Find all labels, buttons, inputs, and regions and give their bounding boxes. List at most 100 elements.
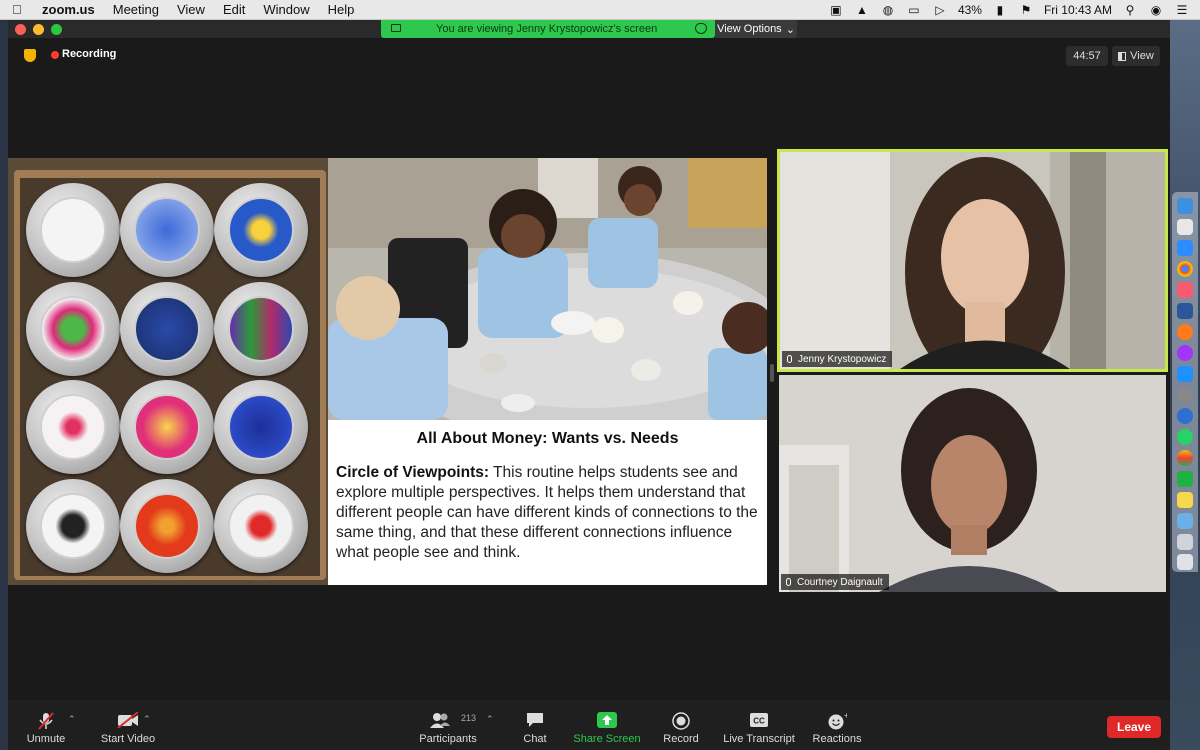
participant-name-tag: Jenny Krystopowicz <box>782 351 893 367</box>
notes-dock-icon[interactable] <box>1177 219 1193 235</box>
stickies-dock-icon[interactable] <box>1177 492 1193 508</box>
word-dock-icon[interactable] <box>1177 303 1193 319</box>
painted-jar-lid <box>120 282 214 376</box>
notification-center-icon[interactable]: ☰ <box>1174 3 1190 17</box>
share-screen-button[interactable]: Share Screen <box>571 700 643 750</box>
system-preferences-dock-icon[interactable] <box>1177 387 1193 403</box>
split-view-resize-handle[interactable] <box>770 364 774 382</box>
slide-body: Circle of Viewpoints: This routine helps… <box>336 463 761 563</box>
chevron-down-icon: ⌄ <box>785 23 795 36</box>
start-video-label: Start Video <box>100 733 156 745</box>
firefox-dock-icon[interactable] <box>1177 324 1193 340</box>
painted-jar-lid <box>214 479 308 573</box>
leave-meeting-button[interactable]: Leave <box>1107 716 1161 738</box>
view-options-dropdown[interactable]: View Options ⌄ <box>715 20 797 38</box>
trash-dock-icon[interactable] <box>1177 554 1193 570</box>
painted-jar-lid <box>26 183 120 277</box>
window-close-button[interactable] <box>15 24 26 35</box>
screen-share-banner: You are viewing Jenny Krystopowicz's scr… <box>381 20 715 38</box>
live-transcript-label: Live Transcript <box>723 733 795 745</box>
menu-meeting[interactable]: Meeting <box>113 2 159 17</box>
app-menu[interactable]: zoom.us <box>42 2 95 17</box>
start-video-button[interactable]: Start Video <box>92 700 164 750</box>
participant-name: Jenny Krystopowicz <box>798 353 887 365</box>
painted-jar-lid <box>26 282 120 376</box>
painted-jar-lid <box>26 380 120 474</box>
monitor-icon <box>391 24 401 32</box>
macos-menu-bar:  zoom.us Meeting View Edit Window Help … <box>0 0 1200 20</box>
painted-jar-lid <box>120 380 214 474</box>
meeting-timer: 44:57 <box>1066 46 1108 66</box>
battery-percent[interactable]: 43% <box>958 3 982 17</box>
music-dock-icon[interactable] <box>1177 282 1193 298</box>
messenger-dock-icon[interactable] <box>1177 345 1193 361</box>
video-tile-active-speaker[interactable]: Jenny Krystopowicz <box>777 149 1168 372</box>
participant-name-tag: Courtney Daignault <box>781 574 889 590</box>
menu-window[interactable]: Window <box>263 2 309 17</box>
folder-dock-icon[interactable] <box>1177 513 1193 529</box>
messages-dock-icon[interactable] <box>1177 366 1193 382</box>
painted-jar-lid <box>26 479 120 573</box>
painted-jar-lid <box>214 183 308 277</box>
safari-dock-icon[interactable] <box>1177 408 1193 424</box>
downloads-dock-icon[interactable] <box>1177 534 1193 550</box>
facetime-dock-icon[interactable] <box>1177 471 1193 487</box>
video-off-icon <box>117 712 139 728</box>
reactions-label: Reactions <box>812 733 862 745</box>
chat-label: Chat <box>523 733 547 745</box>
audio-options-caret[interactable]: ⌃ <box>68 714 76 725</box>
participants-label: Participants <box>419 733 477 745</box>
live-transcript-button[interactable]: CC Live Transcript <box>720 700 798 750</box>
muted-mic-icon <box>786 578 791 586</box>
video-tile[interactable]: Courtney Daignault <box>779 375 1166 592</box>
keyboard-flag-icon[interactable]: ⚑ <box>1018 3 1034 17</box>
muted-microphone-icon <box>38 712 54 730</box>
chrome-dock-icon[interactable] <box>1177 261 1193 277</box>
chat-button[interactable]: Chat <box>515 700 555 750</box>
menu-edit[interactable]: Edit <box>223 2 245 17</box>
shared-screen-slide: All About Money: Wants vs. Needs Circle … <box>8 158 767 585</box>
recording-label[interactable]: Recording <box>62 48 116 60</box>
menu-bar-clock[interactable]: Fri 10:43 AM <box>1044 3 1112 17</box>
battery-icon[interactable]: ▮ <box>992 3 1008 17</box>
reactions-smiley-icon: + <box>828 712 847 730</box>
whatsapp-dock-icon[interactable] <box>1177 429 1193 445</box>
airplay-icon[interactable]: ▭ <box>906 3 922 17</box>
reactions-button[interactable]: + Reactions <box>810 700 864 750</box>
participant-name: Courtney Daignault <box>797 576 883 588</box>
apple-menu-icon[interactable]:  <box>12 2 28 17</box>
unmute-button[interactable]: Unmute <box>24 700 68 750</box>
zoom-dock-icon[interactable] <box>1177 240 1193 256</box>
jars-photo <box>8 158 328 585</box>
record-button[interactable]: Record <box>658 700 704 750</box>
bluetooth-icon[interactable]: ▲ <box>854 3 870 17</box>
photos-dock-icon[interactable] <box>1177 450 1193 466</box>
menu-help[interactable]: Help <box>328 2 355 17</box>
siri-icon[interactable]: ◉ <box>1148 3 1164 17</box>
view-label: View <box>1130 50 1154 62</box>
participant-video <box>780 152 1165 369</box>
menu-bar-status-area: ▣ ▲ ◍ ▭ ▷ 43% ▮ ⚑ Fri 10:43 AM ⚲ ◉ ☰ <box>828 0 1190 20</box>
meeting-controls-toolbar: Unmute ⌃ Start Video ⌃ Participants 213 … <box>8 700 1170 750</box>
video-options-caret[interactable]: ⌃ <box>143 714 151 725</box>
view-layout-button[interactable]: View <box>1112 46 1160 66</box>
menu-view[interactable]: View <box>177 2 205 17</box>
wifi-icon[interactable]: ◍ <box>880 3 896 17</box>
window-maximize-button[interactable] <box>51 24 62 35</box>
window-minimize-button[interactable] <box>33 24 44 35</box>
participants-options-caret[interactable]: ⌃ <box>486 714 494 725</box>
view-options-label: View Options <box>717 23 782 35</box>
share-screen-icon <box>597 712 617 728</box>
camera-status-icon[interactable]: ▣ <box>828 3 844 17</box>
spotlight-search-icon[interactable]: ⚲ <box>1122 3 1138 17</box>
record-icon <box>672 712 690 730</box>
finder-dock-icon[interactable] <box>1177 198 1193 214</box>
record-label: Record <box>663 733 699 745</box>
muted-mic-icon <box>787 355 792 363</box>
slide-text-area: All About Money: Wants vs. Needs Circle … <box>328 420 767 585</box>
volume-icon[interactable]: ▷ <box>932 3 948 17</box>
closed-caption-icon: CC <box>750 713 768 727</box>
svg-text:+: + <box>844 712 847 720</box>
participants-button[interactable]: Participants <box>416 700 480 750</box>
security-shield-icon[interactable] <box>24 49 36 62</box>
